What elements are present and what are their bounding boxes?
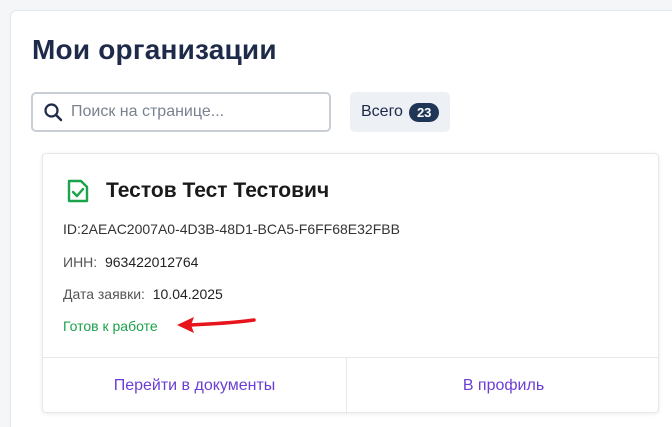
page-title: Мои организации [32,34,277,65]
go-to-profile-button[interactable]: В профиль [347,358,660,414]
inn-value: 963422012764 [104,254,199,270]
id-value: 2AEAC2007A0-4D3B-48D1-BCA5-F6FF68E32FBB [80,221,400,237]
search-icon [44,103,63,122]
status-badge: Готов к работе [63,318,158,334]
total-counter: Всего 23 [350,92,451,132]
go-to-documents-button[interactable]: Перейти в документы [43,358,346,414]
organization-card: Тестов Тест Тестович ID:2AEAC2007A0-4D3B… [42,153,660,414]
inn-label: ИНН: [63,254,98,270]
total-label: Всего [361,103,403,120]
application-date: Дата заявки: 10.04.2025 [63,286,223,302]
document-check-icon [67,179,89,203]
date-value: 10.04.2025 [152,286,223,302]
id-label: ID: [63,221,81,237]
organization-inn: ИНН: 963422012764 [63,254,198,270]
date-label: Дата заявки: [63,286,145,302]
search-input[interactable] [71,103,311,121]
organization-id: ID:2AEAC2007A0-4D3B-48D1-BCA5-F6FF68E32F… [63,221,400,237]
organization-name: Тестов Тест Тестович [106,179,330,202]
annotation-arrow-icon [177,317,256,333]
total-count-badge: 23 [408,102,440,122]
search-box[interactable] [31,92,331,132]
